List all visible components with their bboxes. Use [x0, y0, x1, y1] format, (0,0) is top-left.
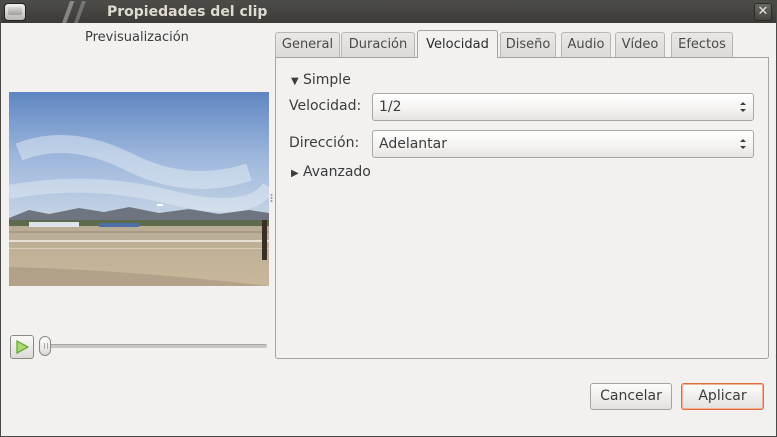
- video-frame-image: [9, 92, 269, 286]
- preview-label: Previsualización: [85, 30, 189, 45]
- cancel-button[interactable]: Cancelar: [590, 383, 672, 410]
- simple-expander-label: Simple: [303, 72, 351, 88]
- speed-combo-value: 1/2: [379, 99, 402, 115]
- play-button[interactable]: [10, 335, 34, 359]
- direction-combo[interactable]: Adelantar: [372, 130, 754, 158]
- seek-slider-track[interactable]: [41, 344, 267, 348]
- titlebar-decoration: [53, 1, 93, 23]
- window-menu-button[interactable]: [4, 3, 26, 21]
- pane-splitter[interactable]: [270, 193, 273, 203]
- direction-label: Dirección:: [289, 135, 360, 151]
- tab-velocidad[interactable]: Velocidad: [417, 30, 498, 58]
- advanced-expander-label: Avanzado: [303, 164, 371, 180]
- tab-general[interactable]: General: [275, 32, 340, 57]
- triangle-right-icon: ▶: [291, 168, 299, 179]
- tab-audio[interactable]: Audio: [561, 32, 611, 57]
- triangle-down-icon: ▼: [291, 76, 299, 87]
- close-button[interactable]: ✕: [754, 3, 772, 21]
- title-bar: Propiedades del clip ✕: [1, 1, 776, 23]
- close-icon: ✕: [757, 4, 769, 19]
- tab-video[interactable]: Vídeo: [615, 32, 665, 57]
- speed-combo[interactable]: 1/2: [372, 93, 754, 121]
- tab-duracion[interactable]: Duración: [341, 32, 415, 57]
- apply-button[interactable]: Aplicar: [681, 383, 764, 410]
- seek-slider-handle[interactable]: [39, 336, 51, 356]
- window-title: Propiedades del clip: [107, 4, 268, 20]
- up-down-arrows-icon: [740, 139, 746, 149]
- advanced-expander[interactable]: ▶ Avanzado: [291, 164, 371, 180]
- preview-video-frame: [9, 92, 269, 286]
- clip-properties-dialog: Propiedades del clip ✕ Previsualización: [0, 0, 777, 437]
- direction-combo-value: Adelantar: [379, 136, 447, 152]
- simple-expander[interactable]: ▼ Simple: [291, 72, 351, 88]
- tab-diseno[interactable]: Diseño: [500, 32, 556, 57]
- play-icon: [16, 340, 29, 354]
- up-down-arrows-icon: [740, 102, 746, 112]
- speed-label: Velocidad:: [289, 98, 362, 114]
- tab-efectos[interactable]: Efectos: [671, 32, 733, 57]
